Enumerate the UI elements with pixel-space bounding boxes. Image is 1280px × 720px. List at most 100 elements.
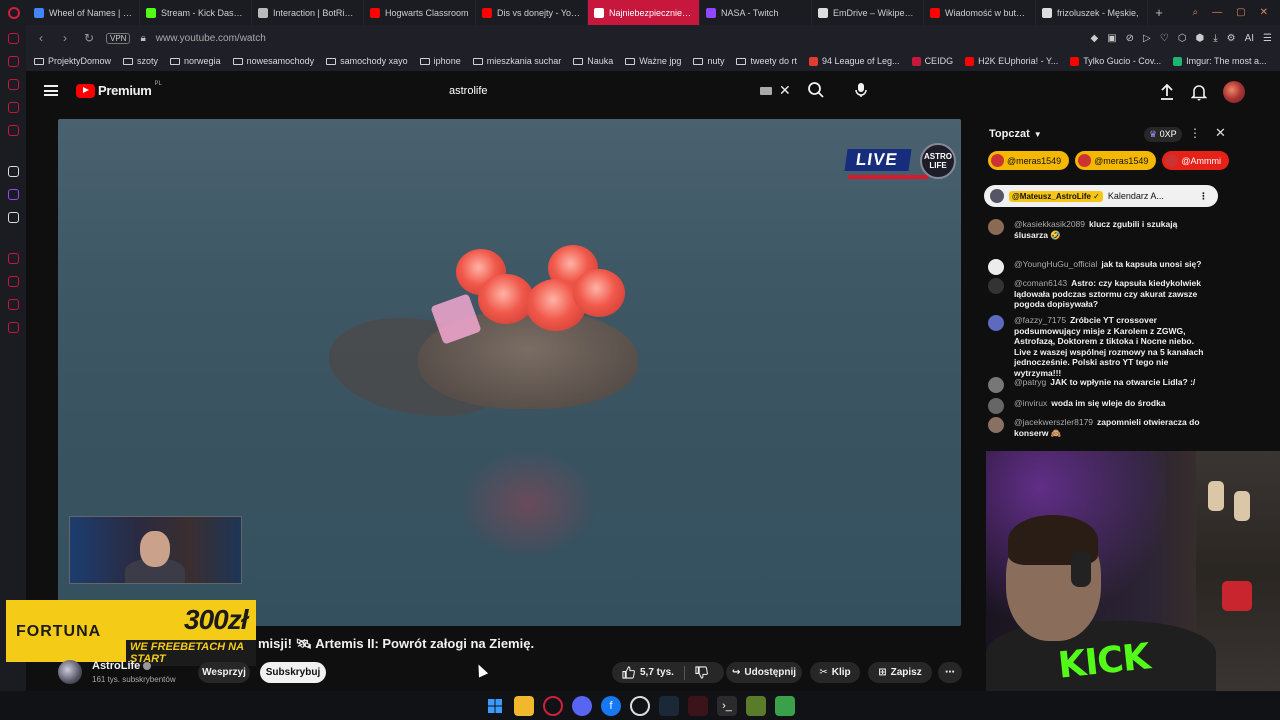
chat-message[interactable]: @fazzy_7175 Zróbcie YT crossover podsumow… [988, 315, 1213, 378]
chat-close-icon[interactable]: ✕ [1215, 125, 1226, 141]
adblock-icon[interactable]: ⊘ [1126, 33, 1134, 44]
browser-tab[interactable]: Stream - Kick Dashbo [140, 0, 252, 25]
bookmark-item[interactable]: ProjektyDomow [34, 56, 111, 66]
steam-icon[interactable] [659, 695, 679, 716]
sidebar-extensions-icon[interactable] [7, 299, 19, 310]
file-explorer-icon[interactable] [514, 695, 534, 716]
sidebar-history-icon[interactable] [7, 253, 19, 264]
bookmark-item[interactable]: tweety do rt [736, 56, 797, 66]
chat-message[interactable]: @YoungHuGu_official jak ta kapsuła unosi … [988, 259, 1213, 275]
chat-more-icon[interactable]: ⋮ [1189, 126, 1201, 140]
sidebar-twitch-icon[interactable] [7, 189, 19, 200]
clip-button[interactable]: ✂ Klip [810, 662, 860, 683]
browser-tab[interactable]: frizoluszek - Męskie, [1036, 0, 1148, 25]
browser-tab[interactable]: Wiadomość w butelce [924, 0, 1036, 25]
url-field[interactable]: www.youtube.com/watch [156, 33, 266, 44]
pinned-more-icon[interactable]: ⋮ [1199, 191, 1208, 202]
subscribe-button[interactable]: Subskrybuj [260, 662, 326, 683]
more-actions-icon[interactable]: ⋯ [938, 662, 962, 683]
new-tab-button[interactable]: + [1148, 5, 1170, 20]
youtube-logo[interactable]: Premium PL [76, 81, 162, 98]
like-button[interactable]: 5,7 tys. [622, 666, 674, 679]
riot-vanguard-icon[interactable] [688, 695, 708, 716]
maximize-icon[interactable]: ▢ [1236, 7, 1245, 18]
super-chat-chip[interactable]: @meras1549 [1075, 151, 1157, 170]
microphone-icon[interactable] [852, 81, 870, 99]
chat-message[interactable]: @kasiekkasik2089 klucz zgubili i szukają … [988, 219, 1213, 240]
bookmark-icon[interactable]: ◆ [1091, 33, 1099, 44]
aria-ai-button[interactable]: AI [1245, 33, 1254, 44]
support-button[interactable]: Wesprzyj [198, 662, 250, 683]
chat-message[interactable]: @coman6143 Astro: czy kapsuła kiedykolwie… [988, 278, 1213, 310]
bookmark-item[interactable]: Nauka [573, 56, 613, 66]
windows-start-icon[interactable] [485, 696, 505, 716]
bookmark-item[interactable]: norwegia [170, 56, 221, 66]
sidebar-chatgpt-icon[interactable] [7, 166, 19, 177]
extension-icon[interactable]: ⬡ [1178, 33, 1187, 44]
facebook-icon[interactable]: f [601, 695, 621, 716]
sidebar-clock-icon[interactable] [7, 276, 19, 287]
thumbs-down-icon[interactable] [695, 666, 708, 679]
channel-avatar[interactable] [58, 660, 82, 684]
browser-tab[interactable]: Wheel of Names | Ran [28, 0, 140, 25]
sidebar-x-icon[interactable] [7, 212, 19, 223]
browser-tab[interactable]: Dis vs donejty - YouT [476, 0, 588, 25]
share-button[interactable]: ↪ Udostępnij [726, 662, 802, 683]
sidebar-settings-icon[interactable] [7, 322, 19, 333]
sidebar-home-icon[interactable] [7, 33, 19, 44]
browser-tab[interactable]: Najniebezpieczniejszy [588, 0, 700, 25]
bookmark-item[interactable]: iphone [419, 56, 461, 66]
browser-tab[interactable]: NASA - Twitch [700, 0, 812, 25]
search-tabs-icon[interactable]: ⌕ [1193, 7, 1199, 18]
browser-tab[interactable]: EmDrive – Wikipedia, [812, 0, 924, 25]
search-icon[interactable] [807, 81, 825, 99]
player-icon[interactable]: ▷ [1143, 33, 1151, 44]
chat-message[interactable]: @jacekwerszler8179 zapomnieli otwieracza … [988, 417, 1213, 438]
xp-badge[interactable]: ♛ 0XP [1144, 127, 1182, 142]
super-chat-chip[interactable]: @meras1549 [988, 151, 1070, 170]
forward-icon[interactable]: › [58, 31, 72, 45]
bookmark-item[interactable]: Ważne jpg [625, 56, 681, 66]
discord-icon[interactable] [572, 695, 592, 716]
download-icon[interactable]: ⤓ [1213, 33, 1217, 44]
bookmark-item[interactable]: nuty [693, 56, 724, 66]
wallet-icon[interactable]: ⬢ [1195, 33, 1204, 44]
close-window-icon[interactable]: ✕ [1260, 7, 1268, 18]
obs-icon[interactable] [630, 695, 650, 716]
browser-tab[interactable]: Interaction | BotRix — [252, 0, 364, 25]
reload-icon[interactable]: ↻ [82, 31, 96, 45]
sidebar-messenger-icon[interactable] [7, 79, 19, 90]
bookmark-item[interactable]: mieszkania suchar [472, 56, 561, 66]
account-avatar[interactable] [1223, 81, 1245, 103]
sidebar-ai-icon[interactable] [7, 56, 19, 67]
bookmark-item[interactable]: Tylko Gucio - Cov... [1070, 56, 1161, 66]
minecraft-launcher-icon[interactable] [775, 695, 795, 716]
bookmark-item[interactable]: szoty [123, 56, 158, 66]
menu-icon[interactable]: ☰ [1263, 33, 1272, 44]
opera-gx-icon[interactable] [543, 695, 563, 716]
pinned-message[interactable]: @Mateusz_AstroLife ✓ Kalendarz A... ⋮ [984, 185, 1218, 207]
minimize-icon[interactable]: — [1212, 7, 1222, 18]
save-button[interactable]: ⊞ Zapisz [868, 662, 932, 683]
bookmark-item[interactable]: 94 League of Leg... [808, 56, 900, 66]
heart-icon[interactable]: ♡ [1160, 33, 1169, 44]
sidebar-music-icon[interactable] [7, 102, 19, 113]
back-icon[interactable]: ‹ [34, 31, 48, 45]
clear-search-icon[interactable]: ✕ [779, 82, 791, 99]
sidebar-player-icon[interactable] [7, 125, 19, 136]
bookmark-item[interactable]: samochody xayo [326, 56, 408, 66]
easy-setup-icon[interactable]: ⚙ [1227, 33, 1236, 44]
channel-name[interactable]: AstroLife [92, 660, 152, 672]
nvidia-icon[interactable] [746, 695, 766, 716]
browser-tab[interactable]: Hogwarts Classroom [364, 0, 476, 25]
bookmark-item[interactable]: nowesamochody [232, 56, 314, 66]
super-chat-chip[interactable]: @Ammmi [1162, 151, 1229, 170]
opera-menu-icon[interactable] [0, 0, 28, 25]
hamburger-menu-icon[interactable] [44, 85, 58, 96]
terminal-icon[interactable]: ›_ [717, 695, 737, 716]
bookmark-item[interactable]: H2K EUphoria! - Y... [965, 56, 1058, 66]
chat-message[interactable]: @invirux woda im się wleje do środka [988, 398, 1213, 414]
bookmark-item[interactable]: CEIDG [911, 56, 953, 66]
vpn-badge[interactable]: VPN [106, 32, 131, 44]
bookmark-item[interactable]: Imgur: The most a... [1173, 56, 1267, 66]
